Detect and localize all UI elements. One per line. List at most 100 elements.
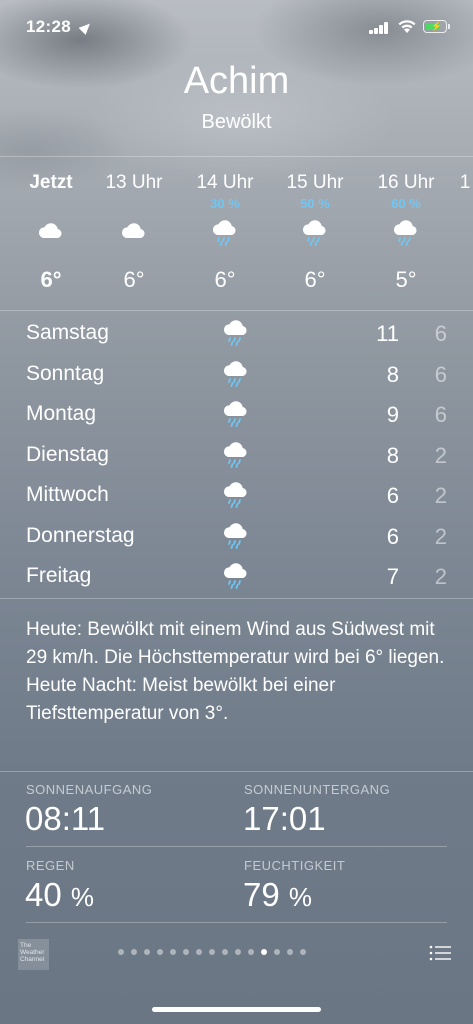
day-name: Samstag: [26, 321, 109, 344]
cloud-rain-icon: [223, 401, 247, 427]
page-dot[interactable]: [300, 949, 306, 955]
daily-row: Samstag 11 6: [0, 313, 473, 354]
cloud-rain-icon: [223, 563, 247, 589]
forecast-summary: Heute: Bewölkt mit einem Wind aus Südwes…: [26, 619, 445, 724]
day-low: 2: [434, 523, 447, 549]
day-low: 6: [434, 321, 447, 346]
daily-row: Freitag 7 2: [0, 556, 473, 597]
divider: [26, 846, 447, 847]
cloud-rain-icon: [223, 320, 247, 346]
page-dot[interactable]: [196, 949, 202, 955]
daily-row: Mittwoch 6 2: [0, 475, 473, 516]
humidity-unit: %: [288, 882, 313, 912]
divider: [0, 156, 473, 157]
page-dot[interactable]: [287, 949, 293, 955]
daily-row: Sonntag 8 6: [0, 354, 473, 395]
day-high: 11: [376, 321, 399, 346]
home-indicator[interactable]: [152, 1007, 321, 1012]
day-high: 9: [386, 402, 399, 427]
cloud-rain-icon: [212, 220, 236, 246]
page-dot[interactable]: [170, 949, 176, 955]
sunset-label: SONNENUNTERGANG: [244, 782, 391, 797]
cloud-rain-icon: [223, 441, 247, 468]
cloud-rain-icon: [223, 482, 247, 508]
location-arrow-icon: [78, 20, 94, 35]
divider: [0, 598, 473, 599]
day-high: 8: [386, 442, 399, 468]
current-condition: Bewölkt: [201, 111, 272, 133]
rain-label: REGEN: [26, 858, 75, 873]
precip-probability: 50 %: [300, 196, 330, 211]
day-name: Montag: [26, 402, 97, 425]
page-dot[interactable]: [157, 949, 163, 955]
day-low: 2: [434, 483, 447, 508]
humidity-label: FEUCHTIGKEIT: [244, 858, 346, 873]
humidity-value: 79 %: [243, 876, 312, 914]
hour-temp: 6°: [304, 267, 326, 292]
day-name: Freitag: [26, 564, 92, 587]
cloud-icon: [38, 223, 62, 238]
day-name: Mittwoch: [26, 483, 109, 506]
humidity-number: 79: [243, 876, 280, 913]
sunset-value: 17:01: [243, 800, 326, 837]
page-dot[interactable]: [118, 949, 124, 955]
daily-row: Montag 9 6: [0, 394, 473, 435]
page-dot[interactable]: [131, 949, 137, 955]
day-low: 6: [434, 402, 447, 427]
weather-channel-logo[interactable]: The Weather Channel: [18, 939, 49, 970]
city-name: Achim: [183, 60, 290, 102]
hour-label: 13 Uhr: [105, 172, 163, 193]
page-dot[interactable]: [183, 949, 189, 955]
day-high: 8: [386, 361, 399, 387]
divider: [0, 771, 473, 772]
page-dot[interactable]: [209, 949, 215, 955]
precip-probability: 30 %: [210, 196, 240, 211]
wifi-icon: [398, 20, 416, 33]
cloud-rain-icon: [393, 220, 417, 246]
day-name: Sonntag: [26, 361, 105, 385]
list-icon[interactable]: [429, 944, 451, 962]
daily-forecast: Samstag 11 6 Sonntag 8 6 Montag 9 6 Dien…: [0, 313, 473, 597]
cloud-rain-icon: [223, 360, 247, 387]
page-dot[interactable]: [235, 949, 241, 955]
page-dot[interactable]: [274, 949, 280, 955]
daily-row: Dienstag 8 2: [0, 435, 473, 476]
day-low: 6: [434, 361, 447, 387]
status-bar: 12:28 ⚡: [0, 0, 473, 56]
hour-label: Jetzt: [29, 172, 73, 193]
day-name: Donnerstag: [26, 523, 135, 547]
hour-temp: 6°: [40, 267, 62, 292]
sunrise-value: 08:11: [25, 800, 106, 837]
day-high: 7: [386, 564, 399, 589]
divider: [26, 922, 447, 923]
hourly-forecast[interactable]: Jetzt 6° 13 Uhr 6° 14 Uhr 30 % 6° 15 Uhr…: [0, 160, 473, 310]
battery-icon: ⚡: [423, 20, 450, 33]
cloud-icon: [121, 223, 145, 238]
page-dot-active[interactable]: [261, 949, 267, 955]
divider: [0, 310, 473, 311]
day-high: 6: [386, 523, 399, 549]
rain-unit: %: [70, 882, 95, 912]
precip-probability: 60 %: [391, 196, 421, 211]
hour-label: 16 Uhr: [377, 172, 435, 193]
page-dot[interactable]: [144, 949, 150, 955]
rain-value: 40 %: [25, 876, 94, 914]
hour-temp: 5°: [395, 267, 417, 292]
page-dot[interactable]: [222, 949, 228, 955]
cellular-signal-icon: [369, 22, 389, 34]
day-low: 2: [434, 442, 447, 468]
daily-row: Donnerstag 6 2: [0, 516, 473, 557]
day-name: Dienstag: [26, 442, 109, 466]
cloud-rain-icon: [302, 220, 326, 246]
hour-temp: 6°: [123, 267, 145, 292]
hour-label: 14 Uhr: [196, 172, 254, 193]
hour-label: 1: [459, 172, 471, 193]
status-time: 12:28: [26, 17, 71, 36]
hour-label: 15 Uhr: [286, 172, 344, 193]
day-high: 6: [386, 483, 399, 508]
sunrise-label: SONNENAUFGANG: [26, 782, 153, 797]
hour-temp: 6°: [214, 267, 236, 292]
rain-number: 40: [25, 876, 62, 913]
page-dot[interactable]: [248, 949, 254, 955]
day-low: 2: [434, 564, 447, 589]
